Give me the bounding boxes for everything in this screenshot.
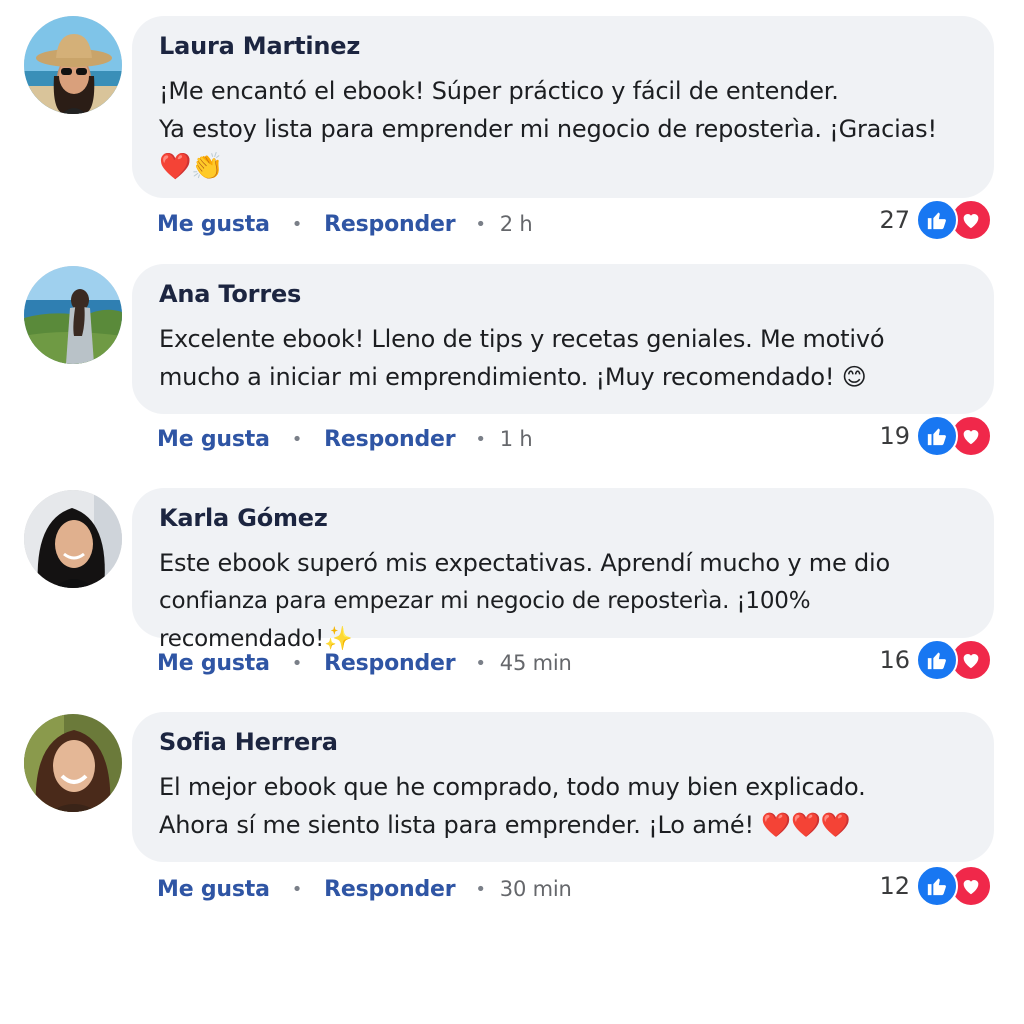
comment-author[interactable]: Sofia Herrera: [159, 726, 968, 758]
reply-button[interactable]: Responder: [324, 212, 455, 237]
separator-dot: •: [475, 652, 486, 674]
woman-by-sea-avatar-icon: [24, 266, 122, 364]
comment-line: mucho a iniciar mi emprendimiento. ¡Muy …: [159, 363, 867, 391]
comment-text: ¡Me encantó el ebook! Súper práctico y f…: [159, 72, 968, 186]
comment-timestamp[interactable]: 2 h: [500, 212, 533, 236]
comment-bubble: Karla Gómez Este ebook superó mis expect…: [132, 488, 994, 652]
comment-bubble: Ana Torres Excelente ebook! Lleno de tip…: [132, 264, 994, 414]
like-button[interactable]: Me gusta: [157, 427, 270, 452]
comment-timestamp[interactable]: 45 min: [500, 651, 572, 675]
like-button[interactable]: Me gusta: [157, 651, 270, 676]
comment-line: Este ebook superó mis expectativas. Apre…: [159, 549, 890, 577]
comment-line: ¡Me encantó el ebook! Súper práctico y f…: [159, 77, 839, 105]
avatar[interactable]: [24, 490, 122, 588]
reply-button[interactable]: Responder: [324, 427, 455, 452]
like-button[interactable]: Me gusta: [157, 212, 270, 237]
comment-line: Excelente ebook! Lleno de tips y recetas…: [159, 325, 885, 353]
comment-bubble: Sofia Herrera El mejor ebook que he comp…: [132, 712, 994, 862]
comment-actions: Me gusta • Responder • 1 h: [157, 419, 533, 459]
comment-actions: Me gusta • Responder • 2 h: [157, 204, 533, 244]
comment-line: Ahora sí me siento lista para emprender.…: [159, 811, 851, 839]
reactions-summary[interactable]: 19: [879, 415, 992, 457]
separator-dot: •: [291, 652, 303, 674]
comment-author[interactable]: Karla Gómez: [159, 502, 968, 534]
separator-dot: •: [475, 878, 486, 900]
comment-text: El mejor ebook que he comprado, todo muy…: [159, 768, 968, 844]
comment-author[interactable]: Ana Torres: [159, 278, 968, 310]
woman-with-hat-avatar-icon: [24, 16, 122, 114]
like-reaction-icon: [916, 415, 958, 457]
comment-actions: Me gusta • Responder • 30 min: [157, 869, 572, 909]
reaction-count: 16: [879, 646, 910, 674]
reactions-summary[interactable]: 27: [879, 199, 992, 241]
separator-dot: •: [291, 213, 303, 235]
separator-dot: •: [291, 428, 303, 450]
emoji-line: ❤️👏: [159, 152, 224, 182]
avatar[interactable]: [24, 714, 122, 812]
avatar[interactable]: [24, 266, 122, 364]
comments-thread: Laura Martinez ¡Me encantó el ebook! Súp…: [0, 0, 1024, 1024]
comment-timestamp[interactable]: 30 min: [500, 877, 572, 901]
like-reaction-icon: [916, 199, 958, 241]
avatar[interactable]: [24, 16, 122, 114]
reaction-count: 12: [879, 872, 910, 900]
reaction-count: 19: [879, 422, 910, 450]
reactions-summary[interactable]: 16: [879, 639, 992, 681]
like-reaction-icon: [916, 865, 958, 907]
separator-dot: •: [475, 428, 486, 450]
reply-button[interactable]: Responder: [324, 651, 455, 676]
comment-timestamp[interactable]: 1 h: [500, 427, 533, 451]
reactions-summary[interactable]: 12: [879, 865, 992, 907]
smiling-woman-avatar-icon: [24, 714, 122, 812]
comment-line: El mejor ebook que he comprado, todo muy…: [159, 773, 866, 801]
like-button[interactable]: Me gusta: [157, 877, 270, 902]
separator-dot: •: [291, 878, 303, 900]
reaction-count: 27: [879, 206, 910, 234]
separator-dot: •: [475, 213, 486, 235]
comment-actions: Me gusta • Responder • 45 min: [157, 643, 572, 683]
comment-author[interactable]: Laura Martinez: [159, 30, 968, 62]
woman-portrait-avatar-icon: [24, 490, 122, 588]
reply-button[interactable]: Responder: [324, 877, 455, 902]
like-reaction-icon: [916, 639, 958, 681]
comment-text: Este ebook superó mis expectativas. Apre…: [159, 544, 968, 658]
comment-text: Excelente ebook! Lleno de tips y recetas…: [159, 320, 968, 396]
comment-line: Ya estoy lista para emprender mi negocio…: [159, 115, 937, 143]
comment-bubble: Laura Martinez ¡Me encantó el ebook! Súp…: [132, 16, 994, 198]
